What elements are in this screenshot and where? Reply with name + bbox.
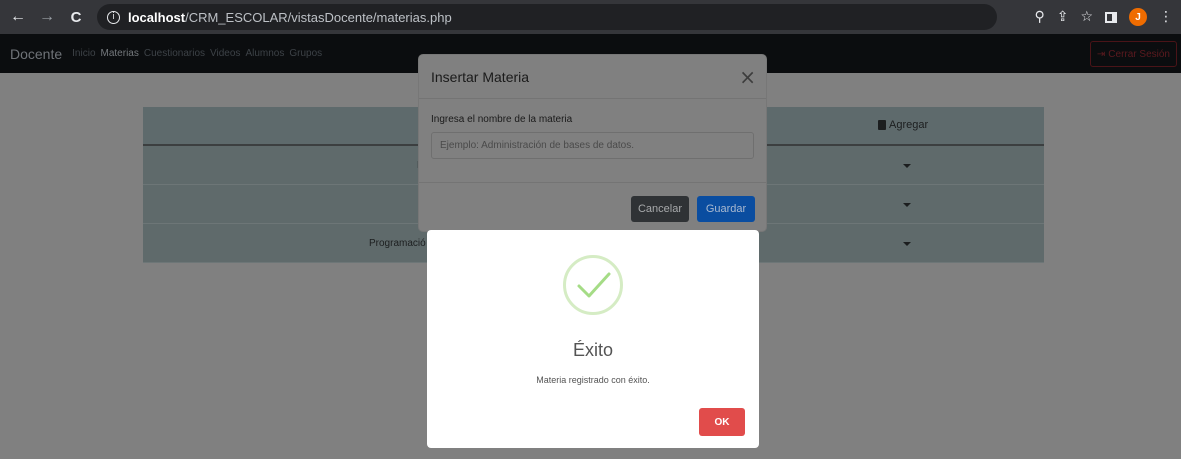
nav-link-grupos[interactable]: Grupos [289, 48, 322, 59]
success-dialog: Éxito Materia registrado con éxito. OK [427, 230, 759, 448]
brand[interactable]: Docente [10, 46, 62, 62]
url-host: localhost [128, 9, 186, 25]
dialog-title: Éxito [572, 340, 614, 360]
add-label: Agregar [889, 119, 929, 131]
reload-icon[interactable]: C [65, 6, 87, 28]
zoom-icon[interactable]: ⚲ [1034, 9, 1044, 25]
logout-button[interactable]: ⇥ Cerrar Sesión [1089, 41, 1177, 67]
logout-label: Cerrar Sesión [1108, 48, 1170, 60]
caret-down-icon[interactable] [903, 203, 911, 207]
nav-links: Inicio Materias Cuestionarios Videos Alu… [72, 48, 327, 59]
browser-toolbar: ← → C i localhost/CRM_ESCOLAR/vistasDoce… [0, 0, 1181, 34]
info-icon[interactable]: i [107, 10, 120, 24]
nav-link-materias[interactable]: Materias [101, 48, 139, 59]
back-arrow-icon[interactable]: ← [7, 6, 29, 28]
modal-footer: Cancelar Guardar [419, 182, 766, 231]
nav-link-videos[interactable]: Videos [210, 48, 240, 59]
materia-name-input[interactable]: Ejemplo: Administración de bases de dato… [431, 132, 754, 159]
ok-button[interactable]: OK [699, 408, 745, 436]
caret-down-icon[interactable] [903, 242, 911, 246]
nav-link-inicio[interactable]: Inicio [72, 48, 95, 59]
kebab-menu-icon[interactable]: ⋮ [1159, 9, 1173, 25]
side-panel-icon[interactable] [1105, 11, 1117, 23]
modal-header: Insertar Materia × [419, 55, 766, 99]
cancel-button[interactable]: Cancelar [631, 196, 689, 222]
forward-arrow-icon[interactable]: → [36, 6, 58, 28]
avatar[interactable]: J [1129, 8, 1147, 26]
save-button[interactable]: Guardar [697, 196, 755, 222]
address-bar[interactable]: i localhost/CRM_ESCOLAR/vistasDocente/ma… [97, 4, 997, 30]
row-name: Programació [369, 238, 426, 249]
close-icon[interactable]: × [739, 65, 756, 89]
success-check-icon [563, 255, 623, 315]
book-icon [878, 120, 886, 130]
logout-icon: ⇥ [1096, 48, 1106, 60]
nav-link-alumnos[interactable]: Alumnos [245, 48, 284, 59]
dialog-message: Materia registrado con éxito. [536, 375, 650, 385]
materia-name-label: Ingresa el nombre de la materia [431, 114, 573, 125]
star-icon[interactable]: ☆ [1080, 9, 1093, 25]
url-path: /CRM_ESCOLAR/vistasDocente/materias.php [185, 9, 452, 25]
modal-title: Insertar Materia [431, 69, 530, 85]
share-icon[interactable]: ⇪ [1057, 9, 1069, 25]
add-button[interactable]: Agregar [878, 119, 928, 131]
nav-link-cuestionarios[interactable]: Cuestionarios [144, 48, 205, 59]
insert-materia-modal: Insertar Materia × Ingresa el nombre de … [419, 55, 766, 231]
caret-down-icon[interactable] [903, 164, 911, 168]
